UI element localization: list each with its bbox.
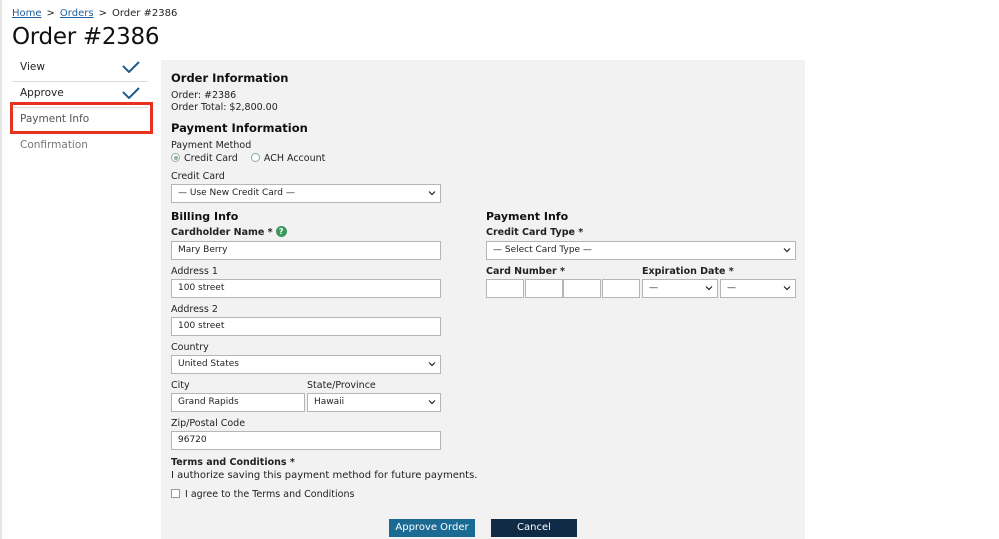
breadcrumb-orders-link[interactable]: Orders (60, 8, 94, 19)
order-number: Order: #2386 (171, 90, 237, 101)
cardholder-name-input[interactable]: Mary Berry (171, 241, 441, 260)
radio-selected-icon (171, 153, 180, 162)
address2-input[interactable]: 100 street (171, 317, 441, 336)
breadcrumb-current: Order #2386 (111, 8, 178, 19)
terms-text: I authorize saving this payment method f… (171, 470, 478, 481)
expiration-year-value: — (727, 283, 736, 293)
radio-credit-card[interactable]: Credit Card (171, 153, 238, 164)
chevron-down-icon (705, 286, 713, 291)
radio-credit-card-label: Credit Card (184, 153, 238, 164)
chevron-down-icon (428, 362, 436, 367)
step-label: View (20, 61, 45, 73)
chevron-down-icon (783, 286, 791, 291)
country-select-value: United States (178, 359, 239, 369)
chevron-down-icon (428, 191, 436, 196)
card-number-label: Card Number * (486, 266, 565, 277)
credit-card-select[interactable]: — Use New Credit Card — (171, 184, 441, 203)
credit-card-select-value: — Use New Credit Card — (178, 188, 295, 198)
card-type-select[interactable]: — Select Card Type — (486, 241, 796, 260)
step-nav: View Approve Payment Info Confirmation (12, 56, 148, 160)
checkbox-icon (171, 489, 180, 498)
billing-info-heading: Billing Info (171, 210, 239, 223)
cancel-button[interactable]: Cancel (491, 519, 577, 537)
terms-heading: Terms and Conditions * (171, 457, 295, 468)
expiration-month-select[interactable]: — (642, 279, 718, 298)
card-number-input-4[interactable] (602, 279, 640, 298)
chevron-down-icon (428, 400, 436, 405)
breadcrumb-home-link[interactable]: Home (12, 8, 42, 19)
radio-unselected-icon (250, 153, 260, 162)
step-approve[interactable]: Approve (12, 82, 148, 108)
payment-method-options: Credit Card ACH Account (171, 153, 325, 164)
card-number-input-2[interactable] (525, 279, 563, 298)
radio-ach-account[interactable]: ACH Account (250, 153, 326, 164)
page-title: Order #2386 (12, 24, 160, 50)
address2-label: Address 2 (171, 304, 218, 315)
city-label: City (171, 380, 190, 391)
state-select[interactable]: Hawaii (307, 393, 441, 412)
payment-information-heading: Payment Information (171, 121, 308, 135)
breadcrumb: Home > Orders > Order #2386 (12, 8, 177, 19)
breadcrumb-separator: > (98, 8, 107, 19)
card-type-select-value: — Select Card Type — (493, 245, 592, 255)
form-panel: Order Information Order: #2386 Order Tot… (161, 60, 805, 539)
order-total: Order Total: $2,800.00 (171, 102, 278, 113)
order-information-heading: Order Information (171, 71, 289, 85)
expiration-month-value: — (649, 283, 658, 293)
checkmark-icon (122, 87, 140, 99)
state-label: State/Province (307, 380, 376, 391)
agree-terms-label: I agree to the Terms and Conditions (185, 489, 355, 500)
card-type-label: Credit Card Type * (486, 227, 584, 238)
card-number-input-1[interactable] (486, 279, 524, 298)
chevron-down-icon (783, 248, 791, 253)
step-label: Confirmation (20, 139, 88, 151)
approve-order-button[interactable]: Approve Order (389, 519, 475, 537)
checkmark-icon (122, 61, 140, 73)
help-icon[interactable]: ? (275, 226, 287, 237)
radio-ach-account-label: ACH Account (263, 153, 326, 164)
address1-label: Address 1 (171, 266, 218, 277)
zip-label: Zip/Postal Code (171, 418, 246, 429)
credit-card-label: Credit Card (171, 171, 225, 182)
zip-input[interactable]: 96720 (171, 431, 441, 450)
breadcrumb-separator: > (46, 8, 55, 19)
card-number-input-3[interactable] (563, 279, 601, 298)
country-select[interactable]: United States (171, 355, 441, 374)
city-input[interactable]: Grand Rapids (171, 393, 305, 412)
expiration-date-label: Expiration Date * (642, 266, 734, 277)
cardholder-name-label: Cardholder Name *? (171, 226, 287, 238)
expiration-year-select[interactable]: — (720, 279, 796, 298)
country-label: Country (171, 342, 209, 353)
address1-input[interactable]: 100 street (171, 279, 441, 298)
step-payment-info[interactable]: Payment Info (12, 108, 148, 134)
step-confirmation[interactable]: Confirmation (12, 134, 148, 160)
payment-method-label: Payment Method (171, 140, 252, 151)
step-label: Payment Info (20, 113, 90, 125)
agree-terms-checkbox[interactable]: I agree to the Terms and Conditions (171, 489, 354, 500)
state-select-value: Hawaii (314, 397, 345, 407)
page-left-border (0, 0, 2, 539)
payment-info-heading: Payment Info (486, 210, 569, 223)
cardholder-name-label-text: Cardholder Name * (171, 227, 273, 238)
step-view[interactable]: View (12, 56, 148, 82)
step-label: Approve (20, 87, 64, 99)
